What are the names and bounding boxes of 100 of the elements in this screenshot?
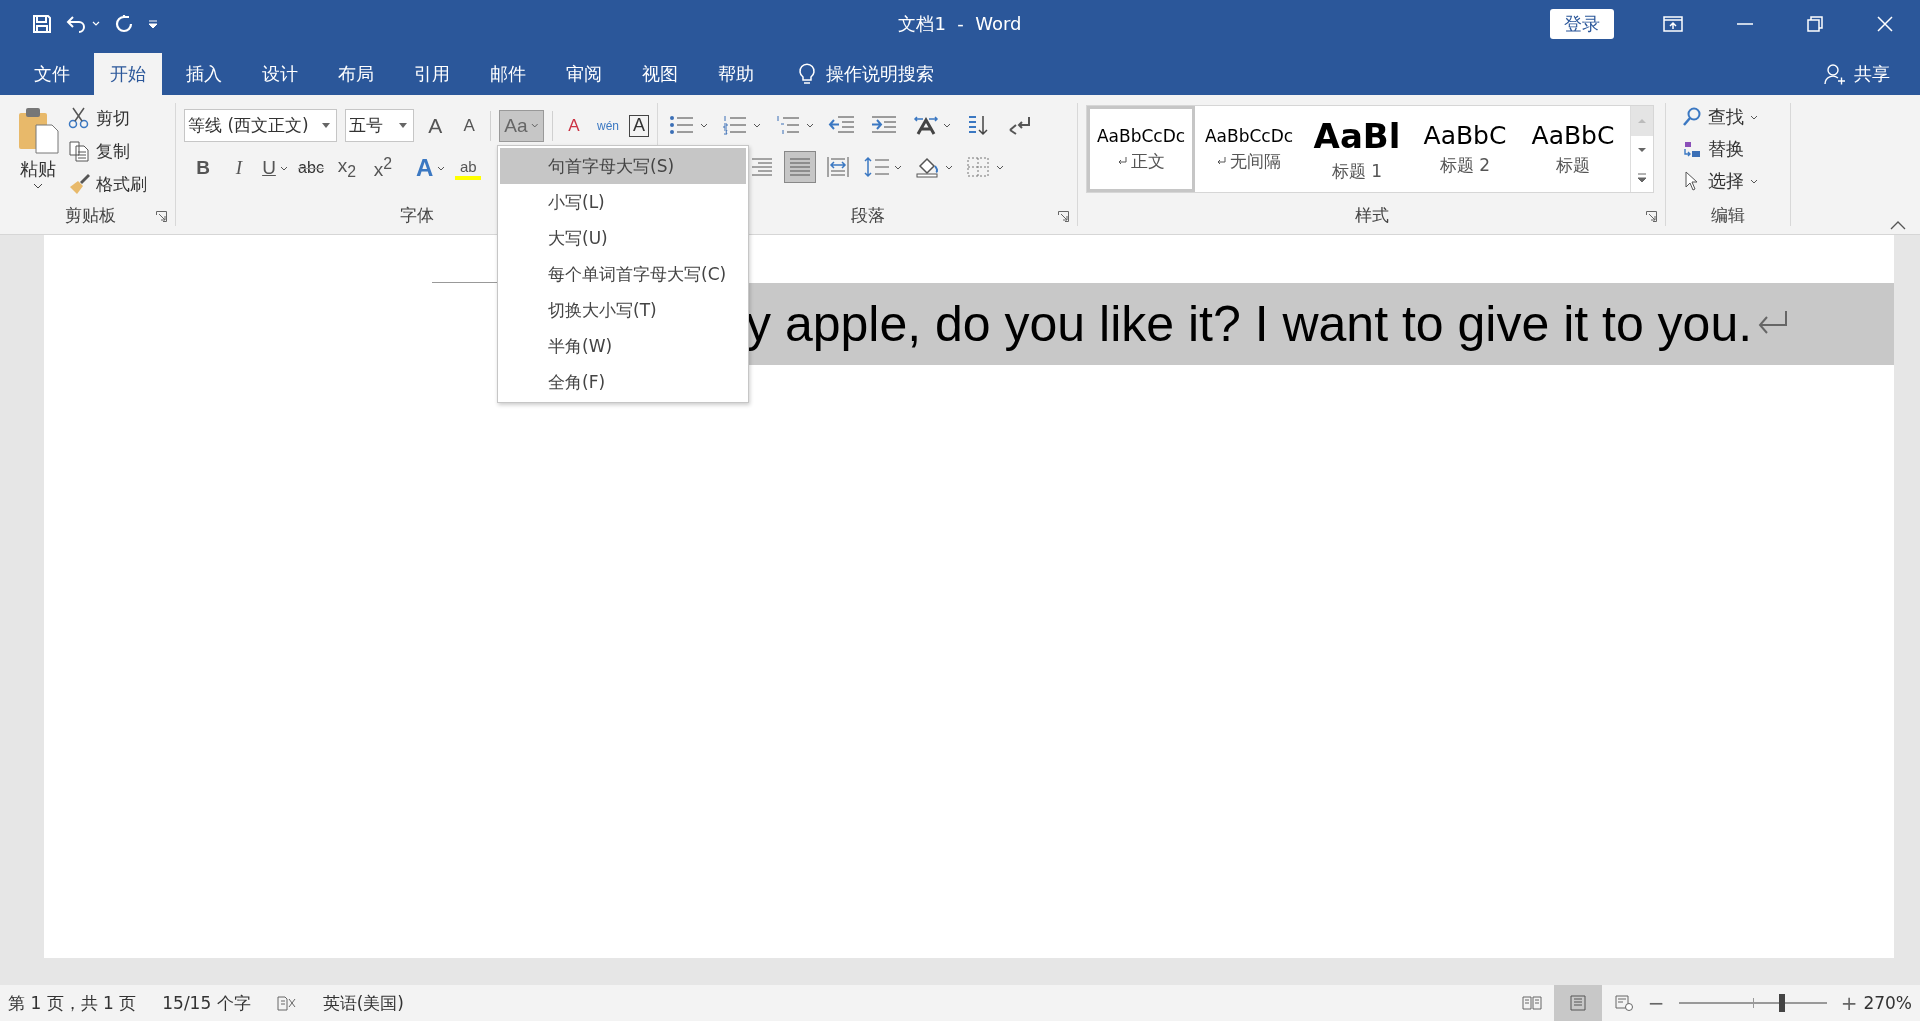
tell-me-search[interactable]: 操作说明搜索 <box>826 53 934 95</box>
clear-formatting-button[interactable]: A <box>561 109 587 142</box>
underline-button[interactable]: U <box>262 152 288 184</box>
zoom-in-button[interactable]: + <box>1840 991 1858 1015</box>
zoom-slider[interactable] <box>1678 994 1827 1012</box>
login-button[interactable]: 登录 <box>1550 8 1614 39</box>
print-layout-button[interactable] <box>1553 985 1602 1021</box>
ribbon-tab[interactable]: 引用 <box>398 53 466 95</box>
grow-font-button[interactable]: A <box>422 109 449 142</box>
italic-button[interactable]: I <box>226 152 252 184</box>
dropdown-caret-icon <box>945 164 953 170</box>
group-label: 编辑 <box>1711 204 1745 226</box>
align-right-icon <box>750 156 774 178</box>
ribbon-tab[interactable]: 设计 <box>246 53 314 95</box>
scissors-icon <box>68 107 90 129</box>
dropdown-caret-icon <box>531 123 539 128</box>
dropdown-caret-icon <box>437 165 446 171</box>
superscript-button[interactable]: x$^{2}$ <box>370 152 396 184</box>
dropdown-caret-icon <box>943 122 951 128</box>
save-icon[interactable] <box>32 13 52 34</box>
menu-item[interactable]: 小写(L) <box>500 184 746 220</box>
group-label: 样式 <box>1354 204 1389 226</box>
proofing-icon[interactable] <box>276 995 297 1011</box>
highlight-button[interactable]: ab <box>455 156 482 180</box>
dropdown-caret-icon <box>33 183 43 189</box>
close-icon[interactable] <box>1877 15 1893 32</box>
format-painter-button[interactable]: 格式刷 <box>68 169 147 199</box>
share-button[interactable]: 共享 <box>1824 53 1890 95</box>
menu-item[interactable]: 句首字母大写(S) <box>500 148 746 184</box>
web-page-icon <box>1613 995 1634 1011</box>
style-item[interactable]: AaBbC 标题 2 <box>1411 106 1519 192</box>
paste-button[interactable]: 粘贴 <box>14 103 62 204</box>
style-item[interactable]: AaBbCcDc 无间隔 <box>1195 106 1303 192</box>
select-button[interactable]: 选择 <box>1682 167 1758 195</box>
zoom-slider-thumb[interactable] <box>1779 994 1786 1012</box>
bold-button[interactable]: B <box>190 152 216 184</box>
ribbon-tab[interactable]: 布局 <box>322 53 390 95</box>
undo-icon[interactable] <box>66 13 88 34</box>
menu-item[interactable]: 全角(F) <box>500 364 746 400</box>
cut-button[interactable]: 剪切 <box>68 103 147 133</box>
language-indicator[interactable]: 英语(美国) <box>322 991 404 1015</box>
dropdown-caret-icon <box>806 122 814 128</box>
dialog-launcher-icon[interactable] <box>156 211 167 222</box>
page-icon <box>1567 995 1588 1011</box>
ribbon-tab[interactable]: 插入 <box>170 53 238 95</box>
collapse-ribbon-icon[interactable] <box>1890 221 1906 230</box>
style-item[interactable]: AaBl 标题 1 <box>1303 106 1411 192</box>
phonetic-guide-button[interactable]: wén <box>595 109 621 142</box>
dropdown-caret-icon <box>894 164 902 170</box>
ribbon-tab[interactable]: 文件 <box>18 53 86 95</box>
copy-icon <box>68 140 90 162</box>
dialog-launcher-icon[interactable] <box>1058 211 1069 222</box>
replace-button[interactable]: 替换 <box>1682 135 1744 163</box>
clipboard-icon <box>16 105 60 155</box>
style-item[interactable]: AaBbC 标题 <box>1519 106 1627 192</box>
ribbon-tab[interactable]: 视图 <box>626 53 694 95</box>
ribbon-tab[interactable]: 开始 <box>94 53 162 95</box>
dropdown-caret-icon <box>1750 178 1758 184</box>
return-mark-icon <box>1217 156 1226 166</box>
redo-icon[interactable] <box>114 13 134 34</box>
ribbon-display-icon[interactable] <box>1663 15 1683 32</box>
font-size-field[interactable]: 五号 <box>345 109 415 142</box>
increase-indent-icon <box>870 114 898 136</box>
subscript-button[interactable]: x$_{2}$ <box>334 152 360 184</box>
menu-item[interactable]: 大写(U) <box>500 220 746 256</box>
zoom-level[interactable]: 270% <box>1863 993 1912 1013</box>
group-label: 剪贴板 <box>65 204 116 226</box>
shrink-font-button[interactable]: A <box>456 109 483 142</box>
restore-icon[interactable] <box>1807 15 1823 32</box>
ribbon-tab[interactable]: 邮件 <box>474 53 542 95</box>
word-count[interactable]: 15/15 个字 <box>162 991 251 1015</box>
asian-layout-icon <box>912 114 940 136</box>
person-add-icon <box>1824 63 1846 85</box>
find-button[interactable]: 查找 <box>1682 103 1758 131</box>
copy-button[interactable]: 复制 <box>68 136 147 166</box>
character-border-button[interactable]: A <box>629 114 649 137</box>
decrease-indent-icon <box>828 114 856 136</box>
line-spacing-icon <box>863 156 891 178</box>
ribbon-tab[interactable]: 审阅 <box>550 53 618 95</box>
replace-icon <box>1682 139 1702 159</box>
lightbulb-icon[interactable] <box>798 61 816 85</box>
dropdown-caret-icon <box>279 165 288 171</box>
dropdown-caret-icon <box>322 123 331 128</box>
window-title: 文档1 - Word <box>898 11 1022 36</box>
dropdown-caret-icon <box>1750 114 1758 120</box>
zoom-out-button[interactable]: − <box>1647 991 1665 1015</box>
minimize-icon[interactable] <box>1737 22 1753 25</box>
justify-icon <box>788 156 812 178</box>
text-effects-button[interactable]: A <box>416 152 446 184</box>
group-label: 字体 <box>399 204 434 226</box>
dropdown-caret-icon <box>399 123 408 128</box>
dropdown-caret-icon[interactable] <box>92 20 100 27</box>
ribbon-tab[interactable]: 帮助 <box>702 53 770 95</box>
group-label: 段落 <box>850 204 885 226</box>
paintbrush-icon <box>68 173 90 195</box>
page-count[interactable]: 第 1 页，共 1 页 <box>8 991 137 1015</box>
customize-toolbar-icon[interactable] <box>148 18 158 29</box>
font-name-field[interactable]: 等线 (西文正文) <box>184 109 338 142</box>
dialog-launcher-icon[interactable] <box>1646 211 1657 222</box>
style-item[interactable]: AaBbCcDc 正文 <box>1087 106 1195 192</box>
